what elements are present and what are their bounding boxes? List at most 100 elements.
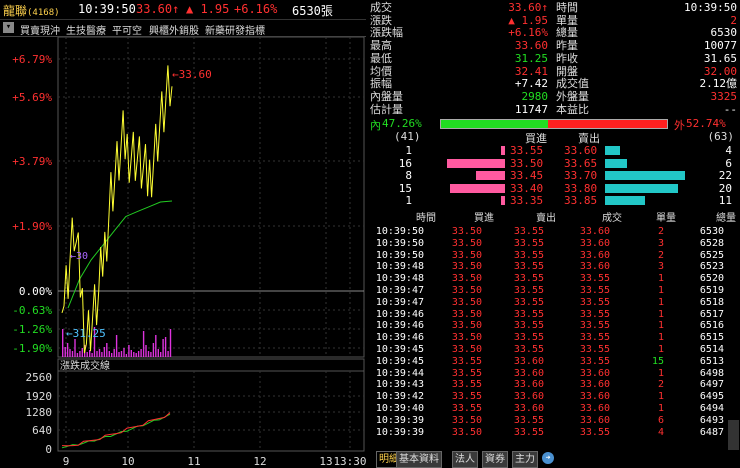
tick-row[interactable]: 10:39:47 33.50 33.55 33.55 1 6519 <box>368 285 728 297</box>
tick-cell: 1 <box>657 308 664 320</box>
volume-bar <box>71 351 74 357</box>
tick-row[interactable]: 10:39:39 33.50 33.55 33.55 4 6487 <box>368 427 728 439</box>
category-toolbar: ▾ 買賣現沖 生技醫療 平可空 興櫃外銷股 新藥研發指標 <box>0 20 366 37</box>
toolbar-item-newdrug[interactable]: 新藥研發指標 <box>205 22 265 37</box>
bid-price: 33.35 <box>510 194 544 207</box>
trade-ticks-table[interactable]: 時間 買進 賣出 成交 單量 總量 10:39:50 33.50 33.55 33.60 2 6530… <box>368 212 740 444</box>
order-book-row[interactable]: 8 33.45 33.70 22 <box>368 169 740 182</box>
price-grid <box>58 37 364 357</box>
tick-cell: 33.50 <box>451 426 482 438</box>
volume-bar <box>147 351 150 357</box>
quote-label: 總量 <box>556 26 578 40</box>
toolbar-item-daytrade[interactable]: 買賣現沖 <box>20 22 60 37</box>
ticks-scrollbar[interactable] <box>728 420 739 450</box>
tick-row[interactable]: 10:39:40 33.55 33.60 33.60 1 6494 <box>368 403 728 415</box>
tab-institutional[interactable]: 法人 <box>452 451 478 468</box>
intraday-chart[interactable]: +6.79% +5.69% +3.79% +1.90% 0.00% -0.63% -1.26… <box>0 37 366 467</box>
ratio-bar-inner <box>441 120 548 128</box>
tick-row[interactable]: 10:39:48 33.50 33.55 33.55 1 6520 <box>368 273 728 285</box>
chevron-down-icon[interactable]: ▾ <box>3 22 14 33</box>
quote-label: 成交 <box>370 1 392 14</box>
quote-row: 本益比 -- <box>554 103 737 116</box>
tick-cell: 33.55 <box>451 391 482 403</box>
volume-bar <box>111 353 113 357</box>
tick-cell: 10:39:45 <box>375 355 424 367</box>
tick-row[interactable]: 10:39:42 33.55 33.60 33.60 1 6495 <box>368 391 728 403</box>
tick-cell: 33.55 <box>513 261 544 273</box>
volume-bar <box>86 352 88 357</box>
ticks-column-header[interactable]: 買進 <box>474 212 494 226</box>
tick-row[interactable]: 10:39:43 33.55 33.60 33.60 2 6497 <box>368 379 728 391</box>
tick-cell: 33.55 <box>579 296 610 308</box>
tick-cell: 33.60 <box>579 226 610 237</box>
order-book-row[interactable]: 16 33.50 33.65 6 <box>368 156 740 170</box>
tick-cell: 2 <box>657 379 664 391</box>
ask-price: 33.65 <box>564 156 598 170</box>
volume-bar <box>140 349 142 357</box>
tick-cell: 33.50 <box>451 344 482 355</box>
tick-cell: 33.55 <box>513 237 544 249</box>
tick-row[interactable]: 10:39:46 33.50 33.55 33.55 1 6515 <box>368 332 728 344</box>
stock-name[interactable]: 龍聯(4168) <box>3 2 60 19</box>
tab-main-force[interactable]: 主力 <box>512 451 538 468</box>
order-book-row[interactable]: 1 33.55 33.60 4 <box>368 144 740 157</box>
volume-axis-label: 640 <box>32 424 52 437</box>
header-price: 33.60↑ <box>136 2 180 16</box>
tick-row[interactable]: 10:39:46 33.50 33.55 33.55 1 6517 <box>368 309 728 321</box>
tick-cell: 6515 <box>699 332 724 344</box>
volume-bar <box>152 343 155 357</box>
next-arrow-icon[interactable]: ➜ <box>542 452 554 464</box>
tick-cell: 33.55 <box>513 414 544 426</box>
tick-cell: 33.60 <box>513 355 544 367</box>
ask-price: 33.80 <box>564 181 598 195</box>
volume-panel-title: 漲跌成交線 <box>60 359 110 372</box>
ask-depth-bar <box>605 183 678 193</box>
tick-row[interactable]: 10:39:45 33.55 33.60 33.55 15 6513 <box>368 356 728 368</box>
tab-basic-info[interactable]: 基本資料 <box>396 451 442 468</box>
quote-row: 最低 31.25 <box>368 52 548 65</box>
volume-bar <box>69 349 71 357</box>
tick-cell: 33.60 <box>513 403 544 414</box>
volume-axis-label: 1920 <box>26 390 53 403</box>
tick-cell: 33.50 <box>451 308 482 320</box>
tick-row[interactable]: 10:39:50 33.50 33.55 33.60 3 6528 <box>368 238 728 250</box>
tick-row[interactable]: 10:39:50 33.50 33.55 33.60 2 6530 <box>368 226 728 238</box>
tick-cell: 33.60 <box>579 379 610 391</box>
tick-row[interactable]: 10:39:50 33.50 33.55 33.60 2 6525 <box>368 250 728 262</box>
order-book-row[interactable]: 15 33.40 33.80 20 <box>368 181 740 195</box>
toolbar-item-biotech[interactable]: 生技醫療 <box>66 22 106 37</box>
price-axis-label: +1.90% <box>12 220 52 233</box>
tick-cell: 2 <box>657 249 664 261</box>
tick-cell: 6487 <box>699 426 724 438</box>
ask-depth-bar <box>605 146 620 155</box>
tick-row[interactable]: 10:39:48 33.50 33.55 33.60 3 6523 <box>368 261 728 273</box>
ticks-column-header[interactable]: 單量 <box>656 212 676 226</box>
tick-row[interactable]: 10:39:45 33.50 33.55 33.55 1 6514 <box>368 344 728 356</box>
bid-depth-bar <box>446 158 505 168</box>
tick-cell: 6498 <box>699 367 724 379</box>
order-book-row[interactable]: 1 33.35 33.85 11 <box>368 194 740 207</box>
tick-cell: 3 <box>657 261 664 273</box>
tick-row[interactable]: 10:39:46 33.50 33.55 33.55 1 6516 <box>368 320 728 332</box>
volume-bar <box>133 352 135 357</box>
volume-bar <box>91 353 93 357</box>
ticks-column-header[interactable]: 賣出 <box>536 212 556 226</box>
tab-margin[interactable]: 資券 <box>482 451 508 468</box>
toolbar-item-short[interactable]: 平可空 <box>112 22 142 37</box>
quote-label: 成交值 <box>556 77 589 91</box>
tick-cell: 33.55 <box>513 249 544 261</box>
tick-cell: 33.60 <box>513 391 544 403</box>
toolbar-item-export[interactable]: 興櫃外銷股 <box>149 22 199 37</box>
ticks-column-header[interactable]: 成交 <box>602 212 622 226</box>
header-change: ▲ 1.95 <box>186 2 230 16</box>
ticks-column-header[interactable]: 時間 <box>416 212 436 226</box>
quote-value: 31.65 <box>703 51 737 65</box>
tick-row[interactable]: 10:39:44 33.55 33.60 33.60 1 6498 <box>368 368 728 380</box>
tick-cell: 1 <box>657 285 664 296</box>
quote-value: 11747 <box>514 102 548 116</box>
quote-row: 成交 33.60↑ <box>368 2 548 14</box>
tick-cell: 10:39:46 <box>375 332 424 344</box>
tick-row[interactable]: 10:39:39 33.50 33.55 33.60 6 6493 <box>368 415 728 427</box>
ticks-column-header[interactable]: 總量 <box>716 212 736 226</box>
tick-row[interactable]: 10:39:47 33.50 33.55 33.55 1 6518 <box>368 297 728 309</box>
